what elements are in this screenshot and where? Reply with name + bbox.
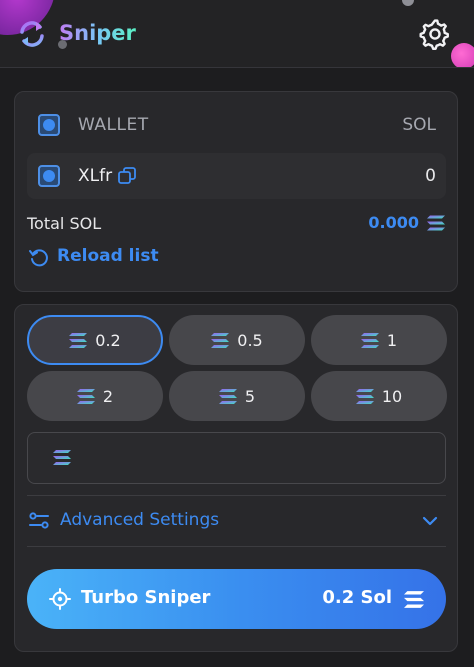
solana-icon — [356, 389, 374, 404]
amount-option-label: 0.5 — [237, 330, 263, 350]
app-header: Sniper — [0, 0, 474, 68]
divider — [27, 495, 446, 496]
custom-amount-field[interactable] — [27, 432, 446, 484]
reload-list-button[interactable]: Reload list — [57, 246, 159, 266]
turbo-sniper-label: Turbo Sniper — [81, 587, 211, 608]
app-brand: Sniper — [59, 21, 136, 45]
turbo-sniper-button[interactable]: Turbo Sniper 0.2 Sol — [27, 569, 446, 629]
wallet-balance: 0 — [425, 166, 436, 186]
divider — [27, 546, 446, 547]
sliders-icon[interactable] — [28, 511, 50, 531]
amount-option-5[interactable]: 5 — [169, 371, 305, 421]
select-all-checkbox[interactable] — [38, 114, 60, 136]
custom-amount-input[interactable] — [80, 433, 430, 483]
sol-column-header: SOL — [402, 115, 436, 135]
solana-icon — [404, 591, 424, 608]
amount-option-label: 10 — [381, 386, 403, 406]
amount-option-10[interactable]: 10 — [311, 371, 447, 421]
crosshair-icon — [49, 588, 71, 610]
amount-option-label: 1 — [386, 330, 398, 350]
solana-icon — [219, 389, 237, 404]
advanced-settings-toggle[interactable]: Advanced Settings — [60, 510, 219, 530]
solana-icon — [427, 215, 445, 231]
total-sol-label: Total SOL — [27, 214, 102, 233]
copy-icon[interactable] — [117, 166, 137, 186]
chevron-down-icon[interactable] — [420, 511, 440, 531]
solana-icon — [69, 333, 87, 348]
amount-option-0-2[interactable]: 0.2 — [27, 315, 163, 365]
solana-icon — [361, 333, 379, 348]
amount-option-0-5[interactable]: 0.5 — [169, 315, 305, 365]
amount-option-label: 5 — [244, 386, 256, 406]
solana-icon — [53, 450, 71, 465]
amount-option-label: 2 — [102, 386, 114, 406]
amount-option-label: 0.2 — [95, 330, 121, 350]
swap-arrows-icon — [20, 21, 44, 47]
decor-blob — [402, 0, 414, 6]
decor-blob — [451, 43, 474, 67]
gear-icon[interactable] — [418, 17, 452, 51]
solana-icon — [77, 389, 95, 404]
wallet-column-header: WALLET — [78, 115, 149, 135]
solana-icon — [211, 333, 229, 348]
turbo-amount-label: 0.2 Sol — [322, 587, 392, 608]
amount-option-1[interactable]: 1 — [311, 315, 447, 365]
total-sol-value: 0.000 — [368, 213, 419, 232]
wallet-checkbox[interactable] — [38, 165, 60, 187]
amount-option-2[interactable]: 2 — [27, 371, 163, 421]
reload-icon[interactable] — [28, 246, 50, 268]
wallet-name: XLfr — [78, 166, 113, 186]
